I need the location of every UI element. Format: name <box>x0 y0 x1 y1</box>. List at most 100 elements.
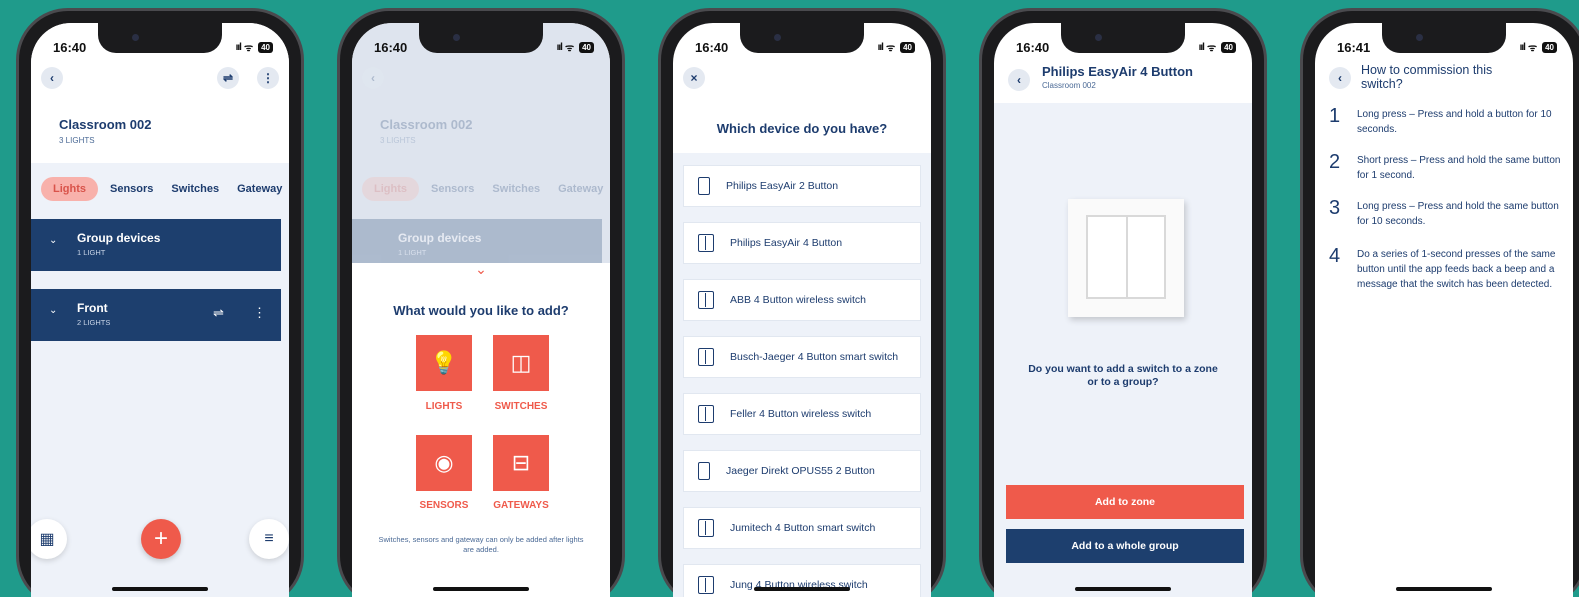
camera <box>1095 34 1102 41</box>
notch <box>419 23 543 53</box>
menu-icon: ≡ <box>264 530 274 547</box>
battery-icon: 40 <box>1221 41 1236 53</box>
tab-gateway[interactable]: Gateway <box>229 177 289 201</box>
filter-button[interactable]: ⇌ <box>217 67 239 89</box>
step-item: 2 Short press – Press and hold the same b… <box>1329 151 1567 183</box>
status-time: 16:40 <box>374 39 408 55</box>
sheet-collapse-chevron[interactable]: ⌄ <box>352 261 610 278</box>
device-row[interactable]: Jung 4 Button wireless switch <box>683 564 921 597</box>
group-card-group-devices[interactable]: ⌄ Group devices 1 LIGHT <box>31 219 281 271</box>
phone-2: 16:40 ııl ᯤ 40 ‹ Classroom 002 3 LIGHTS … <box>337 8 625 597</box>
group-subtitle: 1 LIGHT <box>77 248 106 257</box>
device-tabs: Lights Sensors Switches Gateway <box>41 177 289 201</box>
device-select-screen: 16:40 ııl ᯤ 40 × Which device do you hav… <box>673 23 931 597</box>
tab-lights: Lights <box>362 177 419 201</box>
more-icon[interactable]: ⋮ <box>253 305 266 321</box>
chevron-down-icon[interactable]: ⌄ <box>49 305 57 316</box>
switch-rocker <box>1086 215 1166 299</box>
camera <box>1416 34 1423 41</box>
filter-icon[interactable]: ⇌ <box>213 305 224 321</box>
device-title: Philips EasyAir 4 Button <box>1042 64 1193 79</box>
add-gateways-label[interactable]: GATEWAYS <box>481 500 561 511</box>
device-name: Philips EasyAir 4 Button <box>730 237 843 249</box>
phone-1: 16:40 ııl ᯤ 40 ‹ ⇌ ⋮ Classroom 002 3 LIG… <box>16 8 304 597</box>
back-button[interactable]: ‹ <box>1329 67 1351 89</box>
add-sheet-screen: 16:40 ııl ᯤ 40 ‹ Classroom 002 3 LIGHTS … <box>352 23 610 597</box>
switch-4-button-icon <box>698 234 714 252</box>
home-indicator[interactable] <box>1075 587 1171 591</box>
tab-sensors[interactable]: Sensors <box>102 177 161 201</box>
tab-sensors: Sensors <box>431 183 475 195</box>
device-row[interactable]: Jumitech 4 Button smart switch <box>683 507 921 549</box>
device-name: Philips EasyAir 2 Button <box>726 180 839 192</box>
home-indicator[interactable] <box>112 587 208 591</box>
add-lights-label[interactable]: LIGHTS <box>404 401 484 412</box>
add-button[interactable]: + <box>141 519 181 559</box>
device-name: Jaeger Direkt OPUS55 2 Button <box>726 465 875 477</box>
add-note: Switches, sensors and gateway can only b… <box>378 535 584 554</box>
home-indicator[interactable] <box>433 587 529 591</box>
switch-2-button-icon <box>698 462 710 480</box>
device-tabs: Lights Sensors Switches Gateway <box>362 177 610 201</box>
device-row[interactable]: Busch-Jaeger 4 Button smart switch <box>683 336 921 378</box>
tab-switches: Switches <box>492 183 541 195</box>
group-card-front[interactable]: ⌄ Front 2 LIGHTS ⇌ ⋮ <box>31 289 281 341</box>
add-switches-label[interactable]: SWITCHES <box>481 401 561 412</box>
device-question: Which device do you have? <box>716 121 888 136</box>
notch <box>740 23 864 53</box>
add-lights-button[interactable]: 💡 <box>416 335 472 391</box>
add-gateways-button[interactable]: ⊟ <box>493 435 549 491</box>
device-row[interactable]: Feller 4 Button wireless switch <box>683 393 921 435</box>
close-button[interactable]: × <box>683 67 705 89</box>
commission-screen: 16:41 ııl ᯤ 40 ‹ How to commission this … <box>1315 23 1573 597</box>
wifi-icon: ᯤ <box>1527 43 1537 54</box>
step-number: 4 <box>1329 245 1341 267</box>
status-icons: ııl ᯤ 40 <box>236 40 273 54</box>
home-indicator[interactable] <box>754 587 850 591</box>
status-icons: ııl ᯤ 40 <box>1199 40 1236 54</box>
room-subtitle: 3 LIGHTS <box>380 136 416 145</box>
battery-icon: 40 <box>900 41 915 53</box>
tab-switches[interactable]: Switches <box>163 177 227 201</box>
switch-4-button-icon <box>698 576 714 594</box>
more-button[interactable]: ⋮ <box>257 67 279 89</box>
room-subtitle: 3 LIGHTS <box>59 136 95 145</box>
sensor-icon: ◉ <box>434 450 454 475</box>
add-to-zone-button[interactable]: Add to zone <box>1006 485 1244 519</box>
device-row[interactable]: Philips EasyAir 4 Button <box>683 222 921 264</box>
chevron-down-icon[interactable]: ⌄ <box>49 235 57 246</box>
battery-icon: 40 <box>258 41 273 53</box>
camera <box>132 34 139 41</box>
menu-button[interactable]: ≡ <box>249 519 289 559</box>
room-title: Classroom 002 <box>380 117 473 132</box>
wifi-icon: ᯤ <box>564 43 574 54</box>
back-button[interactable]: ‹ <box>41 67 63 89</box>
camera <box>453 34 460 41</box>
status-icons: ııl ᯤ 40 <box>878 40 915 54</box>
device-row[interactable]: Philips EasyAir 2 Button <box>683 165 921 207</box>
device-name: ABB 4 Button wireless switch <box>730 294 866 306</box>
device-row[interactable]: Jaeger Direkt OPUS55 2 Button <box>683 450 921 492</box>
wifi-icon: ᯤ <box>885 43 895 54</box>
home-indicator[interactable] <box>1396 587 1492 591</box>
step-number: 1 <box>1329 105 1341 127</box>
device-name: Jumitech 4 Button smart switch <box>730 522 876 534</box>
tab-gateway: Gateway <box>558 183 604 195</box>
step-text: Long press – Press and hold a button for… <box>1357 109 1552 135</box>
add-to-group-button[interactable]: Add to a whole group <box>1006 529 1244 563</box>
tab-lights[interactable]: Lights <box>41 177 98 201</box>
add-sensors-label[interactable]: SENSORS <box>404 500 484 511</box>
filter-icon: ⇌ <box>222 71 234 85</box>
add-switch-screen: 16:40 ııl ᯤ 40 ‹ Philips EasyAir 4 Butto… <box>994 23 1252 597</box>
device-row[interactable]: ABB 4 Button wireless switch <box>683 279 921 321</box>
room-screen: 16:40 ııl ᯤ 40 ‹ ⇌ ⋮ Classroom 002 3 LIG… <box>31 23 289 597</box>
battery-icon: 40 <box>1542 41 1557 53</box>
room-title: Classroom 002 <box>59 117 152 132</box>
add-sensors-button[interactable]: ◉ <box>416 435 472 491</box>
add-switches-button[interactable]: ◫ <box>493 335 549 391</box>
phone-4: 16:40 ııl ᯤ 40 ‹ Philips EasyAir 4 Butto… <box>979 8 1267 597</box>
back-button[interactable]: ‹ <box>1008 69 1030 91</box>
status-time: 16:40 <box>1016 39 1050 55</box>
step-item: 3 Long press – Press and hold the same bu… <box>1329 197 1567 229</box>
battery-icon: 40 <box>579 41 594 53</box>
